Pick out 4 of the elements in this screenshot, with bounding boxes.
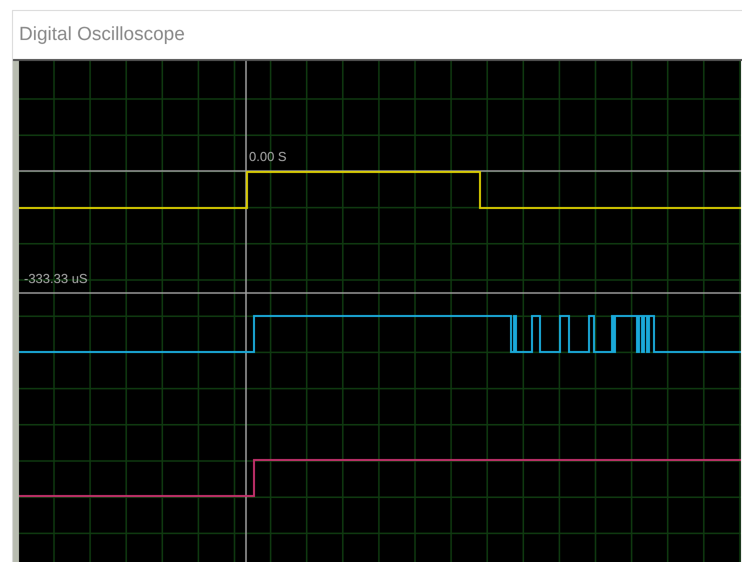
window-title: Digital Oscilloscope (19, 24, 185, 46)
cursor-line[interactable] (245, 61, 247, 562)
cursor-label: 0.00 S (249, 149, 287, 164)
cursor-label: -333.33 uS (24, 271, 88, 286)
